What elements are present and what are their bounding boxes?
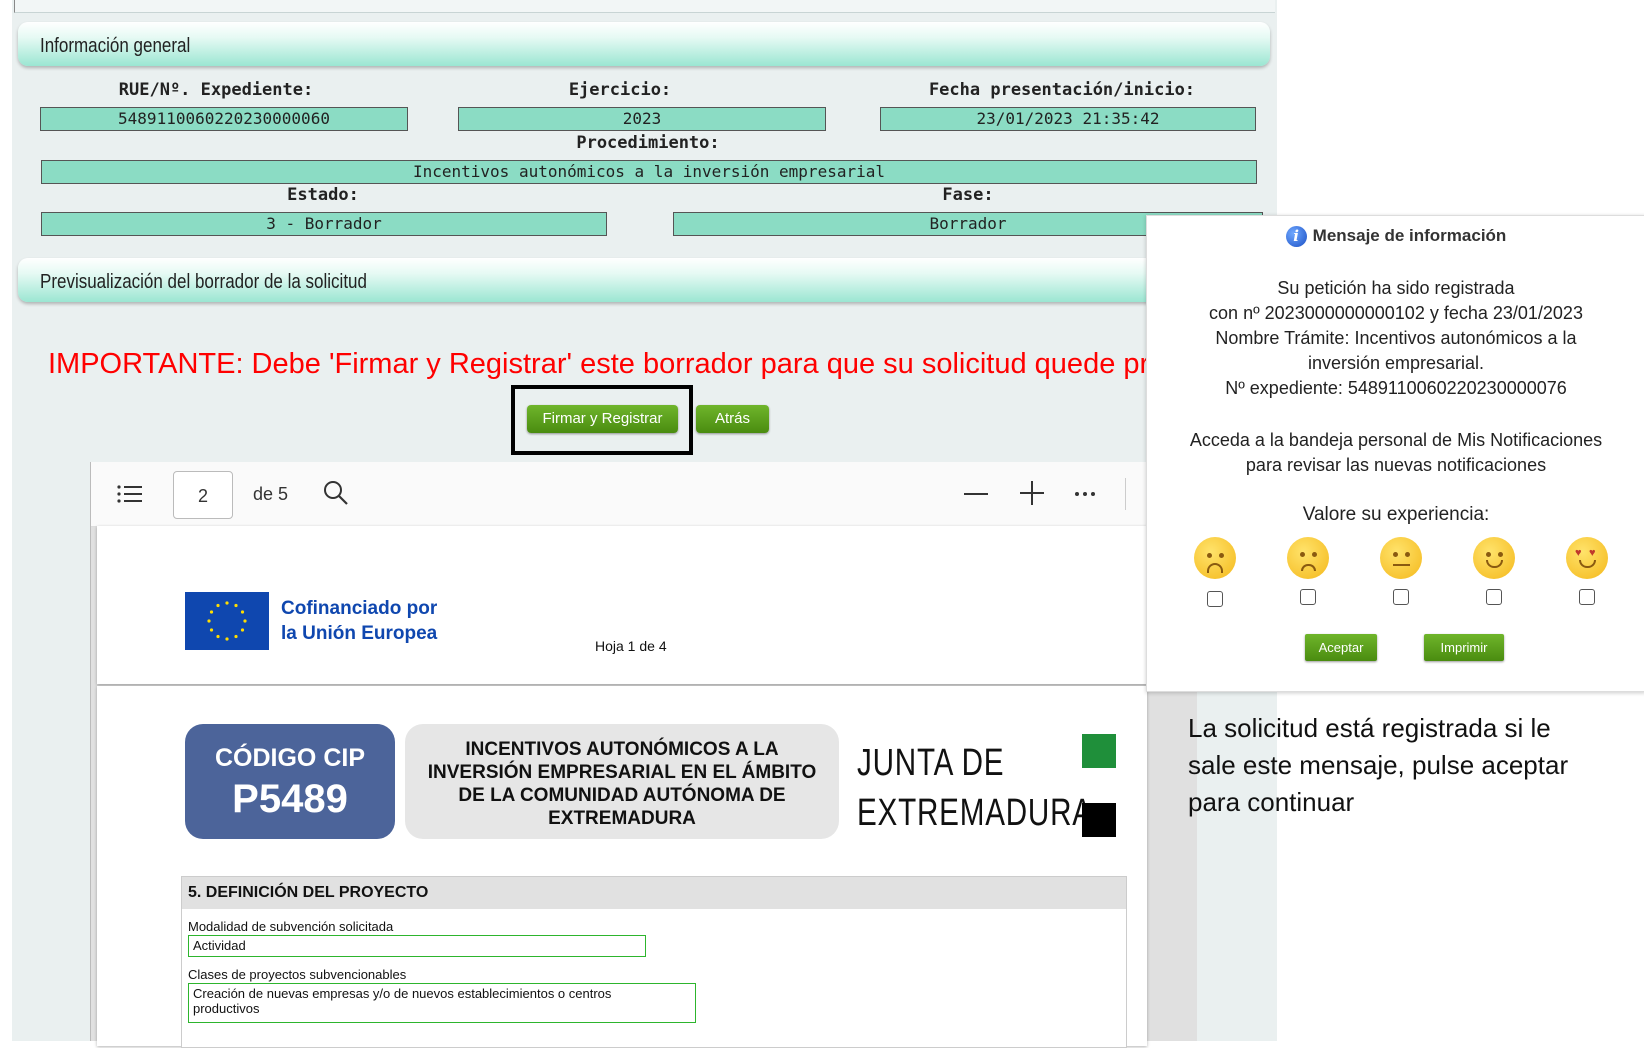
highlight-box xyxy=(511,385,693,455)
note-line-1: La solicitud está registrada si le xyxy=(1188,713,1551,743)
section-5-title: 5. DEFINICIÓN DEL PROYECTO xyxy=(182,877,1126,909)
rating-checkbox-4[interactable] xyxy=(1486,589,1502,605)
procedure-title-box: INCENTIVOS AUTONÓMICOS A LA INVERSIÓN EM… xyxy=(405,724,839,839)
eu-stars-icon xyxy=(207,601,247,641)
page-number-input[interactable]: 2 xyxy=(173,471,233,519)
rating-label: Valore su experiencia: xyxy=(1302,504,1490,525)
instruction-note: La solicitud está registrada si le sale … xyxy=(1188,710,1638,821)
rating-checkbox-3[interactable] xyxy=(1393,589,1409,605)
cip-label: CÓDIGO CIP xyxy=(214,744,365,772)
search-icon[interactable] xyxy=(323,480,349,506)
modalidad-field: Actividad xyxy=(188,935,646,957)
cofinanciado-line2: la Unión Europea xyxy=(281,623,438,644)
dialog-line-6: Acceda a la bandeja personal de Mis Noti… xyxy=(1189,430,1603,450)
estado-label: Estado: xyxy=(287,185,359,205)
fecha-field: 23/01/2023 21:35:42 xyxy=(880,107,1256,131)
zoom-in-icon[interactable] xyxy=(1019,480,1045,506)
general-info-header: Información general xyxy=(18,22,1270,66)
estado-field: 3 - Borrador xyxy=(41,212,607,236)
outline-icon[interactable] xyxy=(117,484,143,504)
procedimiento-field: Incentivos autonómicos a la inversión em… xyxy=(41,160,1257,184)
info-icon: i xyxy=(1285,226,1307,248)
note-line-2: sale este mensaje, pulse aceptar xyxy=(1188,750,1569,780)
very-sad-face-icon[interactable] xyxy=(1194,537,1236,579)
dialog-title: Mensaje de información xyxy=(1312,226,1507,245)
page-counter-text: Hoja 1 de 4 xyxy=(595,638,667,654)
app-page: Información general RUE/Nº. Expediente: … xyxy=(12,0,1277,1048)
procedimiento-label: Procedimiento: xyxy=(576,133,720,153)
note-line-3: para continuar xyxy=(1188,787,1355,817)
preview-header: Previsualización del borrador de la soli… xyxy=(18,258,1270,302)
title-line-2: INVERSIÓN EMPRESARIAL EN EL ÁMBITO xyxy=(427,762,817,783)
top-bar xyxy=(14,0,1275,13)
title-line-1: INCENTIVOS AUTONÓMICOS A LA xyxy=(465,739,779,760)
pdf-page-2: CÓDIGO CIP P5489 INCENTIVOS AUTONÓMICOS … xyxy=(97,686,1147,1048)
rue-field: 5489110060220230000060 xyxy=(40,107,408,131)
junta-line-1: JUNTA DE xyxy=(857,742,1005,784)
rating-checkbox-5[interactable] xyxy=(1579,589,1595,605)
dialog-line-7: para revisar las nuevas notificaciones xyxy=(1245,455,1547,475)
clases-field: Creación de nuevas empresas y/o de nuevo… xyxy=(188,983,696,1023)
ejercicio-field: 2023 xyxy=(458,107,826,131)
pdf-page-1: Cofinanciado por la Unión Europea Hoja 1… xyxy=(97,526,1147,684)
junta-logo-text: JUNTA DE EXTREMADURA xyxy=(857,738,1093,838)
dialog-line-5: Nº expediente: 5489110060220230000076 xyxy=(1225,378,1567,398)
zoom-out-icon[interactable] xyxy=(963,484,989,504)
dialog-line-1: Su petición ha sido registrada xyxy=(1277,278,1515,298)
clases-value-line-2: productivos xyxy=(193,1001,260,1016)
modalidad-label: Modalidad de subvención solicitada xyxy=(188,919,394,934)
cofinanciado-line1: Cofinanciado por xyxy=(281,598,438,619)
viewer-toolbar: 2 de 5 xyxy=(91,462,1197,527)
junta-green-square xyxy=(1082,734,1116,768)
preview-title: Previsualización del borrador de la soli… xyxy=(40,271,367,293)
sad-face-icon[interactable] xyxy=(1287,537,1329,579)
ejercicio-label: Ejercicio: xyxy=(568,80,672,100)
junta-black-square xyxy=(1082,803,1116,837)
happy-face-icon[interactable] xyxy=(1473,537,1515,579)
rue-label: RUE/Nº. Expediente: xyxy=(118,80,314,100)
info-dialog: i Mensaje de información Su petición ha s… xyxy=(1146,215,1644,692)
dialog-line-3: Nombre Trámite: Incentivos autonómicos a… xyxy=(1215,328,1577,348)
eu-flag-logo xyxy=(185,592,269,650)
fase-label: Fase: xyxy=(942,185,994,205)
title-line-4: EXTREMADURA xyxy=(548,808,696,829)
fecha-label: Fecha presentación/inicio: xyxy=(928,80,1196,100)
section-5: 5. DEFINICIÓN DEL PROYECTO Modalidad de … xyxy=(181,876,1127,1048)
cofinanciado-text: Cofinanciado por la Unión Europea xyxy=(281,596,437,646)
dialog-line-4: inversión empresarial. xyxy=(1307,353,1485,373)
more-options-icon[interactable] xyxy=(1073,486,1099,502)
rating-checkbox-1[interactable] xyxy=(1207,591,1223,607)
print-button[interactable]: Imprimir xyxy=(1424,634,1504,661)
back-button[interactable]: Atrás xyxy=(696,405,769,433)
clases-value-line-1: Creación de nuevas empresas y/o de nuevo… xyxy=(193,986,612,1001)
junta-line-2: EXTREMADURA xyxy=(857,792,1093,834)
cip-code-box: CÓDIGO CIP P5489 xyxy=(185,724,395,839)
page-total: de 5 xyxy=(253,484,289,504)
general-info-title: Información general xyxy=(40,35,191,57)
clases-label: Clases de proyectos subvencionables xyxy=(188,967,407,982)
neutral-face-icon[interactable] xyxy=(1380,537,1422,579)
love-face-icon[interactable]: ♥ ♥ xyxy=(1566,537,1608,579)
dialog-title-row: i Mensaje de información xyxy=(1147,226,1644,248)
toolbar-divider xyxy=(1125,478,1126,510)
accept-button[interactable]: Aceptar xyxy=(1305,634,1377,661)
pdf-viewer: 2 de 5 Cofinanciado por la Unión Europea… xyxy=(90,462,1197,1048)
dialog-line-2: con nº 2023000000000102 y fecha 23/01/20… xyxy=(1209,303,1583,323)
title-line-3: DE LA COMUNIDAD AUTÓNOMA DE xyxy=(458,785,786,806)
important-warning: IMPORTANTE: Debe 'Firmar y Registrar' es… xyxy=(48,348,1180,380)
rating-checkbox-2[interactable] xyxy=(1300,589,1316,605)
cip-code: P5489 xyxy=(232,777,348,821)
